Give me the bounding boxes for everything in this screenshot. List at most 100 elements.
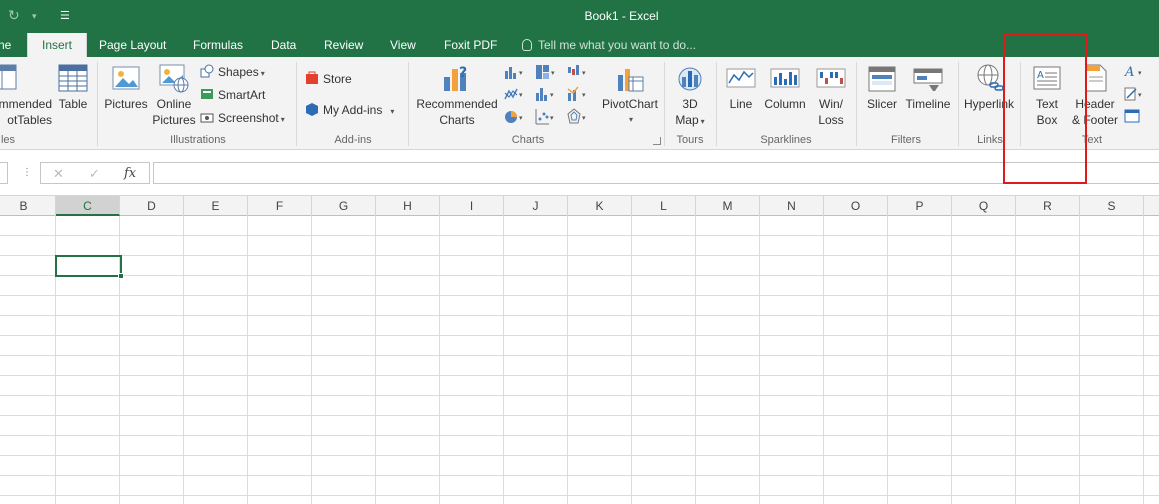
tab-view[interactable]: View [390, 33, 416, 57]
row-gridline [0, 235, 1159, 236]
store-label: Store [323, 72, 352, 86]
waterfall-chart-icon[interactable]: ▾ [567, 63, 589, 81]
hierarchy-chart-icon[interactable]: ▾ [535, 63, 557, 81]
illustrations-group-label: Illustrations [170, 134, 226, 146]
column-header-r[interactable]: R [1016, 196, 1080, 216]
sparkline-winloss-label-2: Loss [818, 113, 844, 127]
my-addins-button[interactable]: My Add-ins ▾ [305, 100, 394, 120]
timeline-button[interactable]: Timeline [904, 63, 952, 112]
active-cell[interactable] [55, 255, 124, 279]
screenshot-button[interactable]: Screenshot ▾ [200, 108, 285, 128]
recommended-charts-button[interactable]: ? Recommended Charts [414, 63, 500, 128]
name-box[interactable] [0, 162, 8, 184]
screenshot-icon [200, 110, 214, 124]
smartart-button[interactable]: SmartArt [200, 85, 265, 105]
sparkline-column-button[interactable]: Column [763, 63, 807, 112]
row-gridline [0, 475, 1159, 476]
tab-review[interactable]: Review [324, 33, 363, 57]
cancel-icon[interactable]: ✕ [53, 166, 64, 182]
column-header-k[interactable]: K [568, 196, 632, 216]
svg-text:▾: ▾ [519, 92, 523, 99]
pivotchart-icon [615, 63, 645, 93]
pie-chart-icon[interactable]: ▾ [504, 108, 526, 126]
column-gridline [695, 216, 696, 504]
column-header-i[interactable]: I [440, 196, 504, 216]
3d-map-icon [675, 63, 705, 93]
sparkline-winloss-label-1: Win/ [819, 97, 843, 111]
row-gridline [0, 275, 1159, 276]
shapes-button[interactable]: Shapes ▾ [200, 62, 265, 82]
timeline-icon [913, 63, 943, 93]
column-header-c[interactable]: C [56, 196, 120, 216]
my-addins-label: My Add-ins [323, 103, 383, 117]
radar-chart-icon[interactable]: ▾ [567, 108, 589, 126]
svg-text:▾: ▾ [519, 115, 523, 122]
scatter-chart-icon[interactable]: ▾ [535, 108, 557, 126]
sparkline-winloss-button[interactable]: Win/ Loss [815, 63, 847, 128]
store-icon [305, 71, 319, 85]
column-header-n[interactable]: N [760, 196, 824, 216]
tab-page-layout[interactable]: Page Layout [99, 33, 166, 57]
column-header-f[interactable]: F [248, 196, 312, 216]
recommended-pivottables-button[interactable]: mmended otTables [0, 63, 52, 128]
column-gridline [375, 216, 376, 504]
worksheet-grid[interactable] [0, 216, 1159, 504]
column-header-d[interactable]: D [120, 196, 184, 216]
line-chart-icon[interactable]: ▾ [504, 85, 526, 103]
column-header-g[interactable]: G [312, 196, 376, 216]
sparkline-line-button[interactable]: Line [726, 63, 756, 112]
3d-map-label-2: Map [675, 113, 699, 127]
column-gridline [183, 216, 184, 504]
svg-text:?: ? [459, 65, 467, 81]
filters-group-label: Filters [891, 134, 921, 146]
column-header-e[interactable]: E [184, 196, 248, 216]
hyperlink-icon [974, 63, 1004, 93]
column-header-o[interactable]: O [824, 196, 888, 216]
slicer-button[interactable]: Slicer [866, 63, 898, 112]
shapes-label: Shapes [218, 65, 259, 79]
wordart-icon[interactable]: A ▾ [1124, 63, 1146, 81]
pivotchart-button[interactable]: PivotChart ▾ [600, 63, 660, 128]
table-icon [58, 63, 88, 93]
tab-data[interactable]: Data [271, 33, 296, 57]
object-icon[interactable] [1124, 108, 1146, 126]
tab-home[interactable]: ne [0, 33, 11, 57]
tab-formulas[interactable]: Formulas [193, 33, 243, 57]
combo-chart-icon[interactable]: ▾ [567, 85, 589, 103]
store-button[interactable]: Store [305, 69, 352, 89]
tell-me-search[interactable]: Tell me what you want to do... [522, 33, 696, 57]
online-pictures-label-2: Pictures [152, 113, 196, 127]
slicer-icon [867, 63, 897, 93]
column-header-m[interactable]: M [696, 196, 760, 216]
column-header-j[interactable]: J [504, 196, 568, 216]
column-gridline [951, 216, 952, 504]
pictures-icon [111, 63, 141, 93]
3d-map-button[interactable]: 3D Map ▾ [672, 63, 708, 130]
column-header-q[interactable]: Q [952, 196, 1016, 216]
smartart-icon [200, 87, 214, 101]
fill-handle[interactable] [118, 273, 124, 279]
column-header-b[interactable]: B [0, 196, 56, 216]
column-gridline [887, 216, 888, 504]
statistic-chart-icon[interactable]: ▾ [535, 85, 557, 103]
column-header-s[interactable]: S [1080, 196, 1144, 216]
column-chart-icon[interactable]: ▾ [504, 63, 526, 81]
tab-insert[interactable]: Insert [27, 33, 88, 57]
tab-foxit-pdf[interactable]: Foxit PDF [444, 33, 497, 57]
column-header-h[interactable]: H [376, 196, 440, 216]
smartart-label: SmartArt [218, 88, 266, 102]
signature-line-icon[interactable]: ▾ [1124, 85, 1146, 103]
addins-group-label: Add-ins [334, 134, 372, 146]
table-button[interactable]: Table [57, 63, 89, 112]
charts-dialog-launcher-icon[interactable] [653, 137, 661, 145]
column-header-l[interactable]: L [632, 196, 696, 216]
insert-function-icon[interactable]: fx [124, 166, 136, 181]
online-pictures-button[interactable]: Online Pictures [152, 63, 196, 128]
svg-text:▾: ▾ [519, 70, 523, 77]
charts-group-label: Charts [511, 134, 545, 146]
column-header-p[interactable]: P [888, 196, 952, 216]
enter-icon[interactable]: ✓ [89, 166, 100, 182]
pictures-button[interactable]: Pictures [104, 63, 148, 112]
svg-text:▾: ▾ [582, 70, 586, 77]
formula-bar: ⋮ ✕ ✓ fx [0, 150, 1159, 196]
